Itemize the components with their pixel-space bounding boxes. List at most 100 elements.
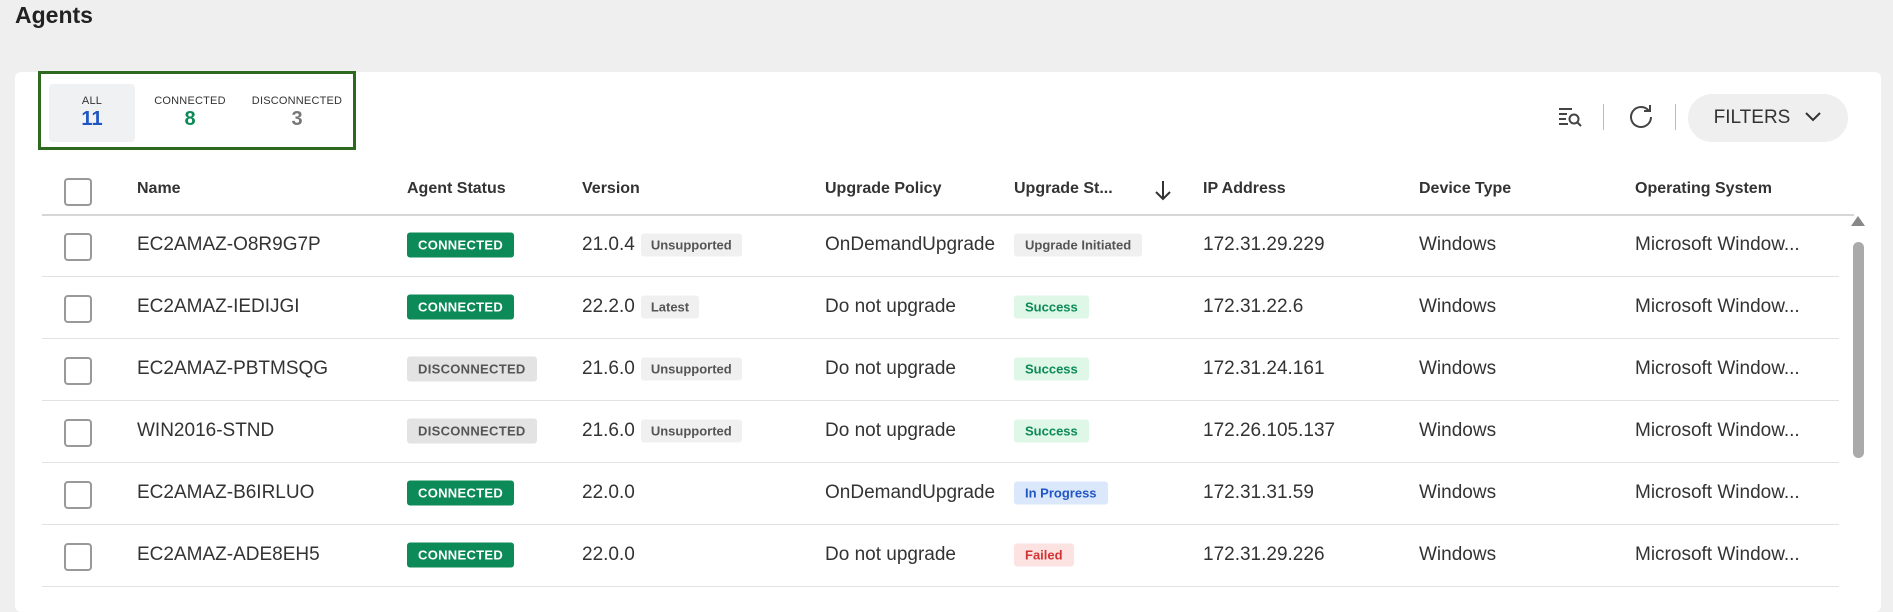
table-row[interactable]: EC2AMAZ-PBTMSQG DISCONNECTED 21.6.0 Unsuppo… xyxy=(42,338,1839,401)
ip-address: 172.31.29.226 xyxy=(1203,544,1325,565)
select-all-checkbox[interactable] xyxy=(64,178,92,206)
upgrade-policy: Do not upgrade xyxy=(825,420,956,441)
agent-status-cell: CONNECTED xyxy=(407,542,515,568)
version-value: 22.0.0 xyxy=(582,482,635,503)
upgrade-policy: Do not upgrade xyxy=(825,544,956,565)
table-row[interactable]: WIN2016-STND DISCONNECTED 21.6.0 Unsupporte… xyxy=(42,400,1839,463)
version-cell: 22.0.0 xyxy=(582,544,635,566)
device-type: Windows xyxy=(1419,544,1497,565)
tab-disconnected-count: 3 xyxy=(291,108,303,130)
version-value: 22.0.0 xyxy=(582,544,635,565)
list-search-icon[interactable] xyxy=(1556,102,1584,130)
upgrade-status-badge: Success xyxy=(1014,357,1089,381)
upgrade-status-badge: Upgrade Initiated xyxy=(1014,233,1143,257)
operating-system: Microsoft Window... xyxy=(1635,482,1800,503)
version-tag: Latest xyxy=(640,295,700,319)
ip-address: 172.26.105.137 xyxy=(1203,420,1336,441)
upgrade-policy: Do not upgrade xyxy=(825,358,956,379)
agent-status-badge: DISCONNECTED xyxy=(407,356,537,382)
agent-status-badge: CONNECTED xyxy=(407,294,515,320)
ip-address: 172.31.31.59 xyxy=(1203,482,1314,503)
row-checkbox[interactable] xyxy=(64,481,92,509)
operating-system: Microsoft Window... xyxy=(1635,296,1800,317)
upgrade-policy: Do not upgrade xyxy=(825,296,956,317)
row-checkbox[interactable] xyxy=(64,295,92,323)
column-upgrade-policy[interactable]: Upgrade Policy xyxy=(825,180,941,198)
upgrade-status-badge: Success xyxy=(1014,419,1089,443)
upgrade-policy: OnDemandUpgrade xyxy=(825,234,996,255)
device-type: Windows xyxy=(1419,234,1497,255)
version-value: 21.0.4 xyxy=(582,234,635,256)
tab-disconnected[interactable]: DISCONNECTED 3 xyxy=(245,84,349,142)
agent-status-badge: CONNECTED xyxy=(407,542,515,568)
toolbar-divider xyxy=(1603,104,1604,130)
ip-address: 172.31.24.161 xyxy=(1203,358,1325,379)
version-cell: 21.6.0 Unsupported xyxy=(582,419,742,443)
row-checkbox[interactable] xyxy=(64,233,92,261)
upgrade-status-cell: Failed xyxy=(1014,543,1074,567)
ip-address: 172.31.22.6 xyxy=(1203,296,1304,317)
device-type: Windows xyxy=(1419,482,1497,503)
operating-system: Microsoft Window... xyxy=(1635,420,1800,441)
agent-status-badge: CONNECTED xyxy=(407,232,515,258)
column-device-type[interactable]: Device Type xyxy=(1419,180,1511,198)
row-checkbox[interactable] xyxy=(64,419,92,447)
row-checkbox[interactable] xyxy=(64,357,92,385)
agent-status-cell: CONNECTED xyxy=(407,232,515,258)
tab-all[interactable]: ALL 11 xyxy=(49,84,135,142)
version-tag: Unsupported xyxy=(640,357,742,381)
tab-all-label: ALL xyxy=(81,95,103,107)
agent-name[interactable]: WIN2016-STND xyxy=(137,420,274,442)
sort-arrow-down-icon[interactable] xyxy=(1153,178,1173,207)
version-value: 22.2.0 xyxy=(582,296,635,318)
table-row[interactable]: EC2AMAZ-O8R9G7P CONNECTED 21.0.4 Unsupporte… xyxy=(42,214,1839,277)
table-row[interactable]: EC2AMAZ-ADE8EH5 CONNECTED 22.0.0 Do not upg… xyxy=(42,524,1839,587)
column-agent-status[interactable]: Agent Status xyxy=(407,180,506,198)
agent-name[interactable]: EC2AMAZ-ADE8EH5 xyxy=(137,544,320,566)
filters-button[interactable]: FILTERS xyxy=(1688,94,1848,142)
version-value: 21.6.0 xyxy=(582,420,635,442)
scroll-thumb[interactable] xyxy=(1853,242,1864,458)
agent-status-badge: DISCONNECTED xyxy=(407,418,537,444)
agent-name[interactable]: EC2AMAZ-O8R9G7P xyxy=(137,234,321,256)
device-type: Windows xyxy=(1419,420,1497,441)
vertical-scrollbar[interactable] xyxy=(1850,216,1865,612)
toolbar-divider-2 xyxy=(1675,104,1676,130)
agent-name[interactable]: EC2AMAZ-B6IRLUO xyxy=(137,482,314,504)
version-cell: 22.2.0 Latest xyxy=(582,295,700,319)
version-cell: 21.0.4 Unsupported xyxy=(582,233,742,257)
tab-all-count: 11 xyxy=(81,108,103,130)
row-checkbox[interactable] xyxy=(64,543,92,571)
column-name[interactable]: Name xyxy=(137,180,181,198)
tab-connected-label: CONNECTED xyxy=(154,95,226,107)
filters-label: FILTERS xyxy=(1713,107,1791,128)
agents-card: ALL 11 CONNECTED 8 DISCONNECTED 3 FILTER… xyxy=(15,71,1881,612)
upgrade-status-cell: Success xyxy=(1014,295,1089,319)
table-row[interactable]: EC2AMAZ-B6IRLUO CONNECTED 22.0.0 OnDemandUp… xyxy=(42,462,1839,525)
agent-status-cell: DISCONNECTED xyxy=(407,418,537,444)
operating-system: Microsoft Window... xyxy=(1635,544,1800,565)
upgrade-status-badge: Success xyxy=(1014,295,1089,319)
agent-name[interactable]: EC2AMAZ-PBTMSQG xyxy=(137,358,328,380)
status-tabs: ALL 11 CONNECTED 8 DISCONNECTED 3 xyxy=(38,71,356,150)
scroll-up-arrow-icon[interactable] xyxy=(1851,216,1865,226)
column-version[interactable]: Version xyxy=(582,180,640,198)
agent-name[interactable]: EC2AMAZ-IEDIJGI xyxy=(137,296,300,318)
upgrade-status-cell: Success xyxy=(1014,419,1089,443)
chevron-down-icon xyxy=(1804,107,1822,129)
tab-connected-count: 8 xyxy=(184,108,196,130)
tab-disconnected-label: DISCONNECTED xyxy=(251,95,343,107)
column-ip-address[interactable]: IP Address xyxy=(1203,180,1286,198)
table-row[interactable]: EC2AMAZ-IEDIJGI CONNECTED 22.2.0 Latest Do n… xyxy=(42,276,1839,339)
ip-address: 172.31.29.229 xyxy=(1203,234,1325,255)
column-operating-system[interactable]: Operating System xyxy=(1635,180,1772,198)
upgrade-policy: OnDemandUpgrade xyxy=(825,482,996,503)
version-cell: 21.6.0 Unsupported xyxy=(582,357,742,381)
agent-status-cell: CONNECTED xyxy=(407,480,515,506)
operating-system: Microsoft Window... xyxy=(1635,234,1800,255)
tab-connected[interactable]: CONNECTED 8 xyxy=(141,84,239,142)
refresh-icon[interactable] xyxy=(1627,102,1655,130)
column-upgrade-status[interactable]: Upgrade St... xyxy=(1014,180,1113,198)
table-header: Name Agent Status Version Upgrade Policy… xyxy=(42,166,1854,216)
version-value: 21.6.0 xyxy=(582,358,635,380)
